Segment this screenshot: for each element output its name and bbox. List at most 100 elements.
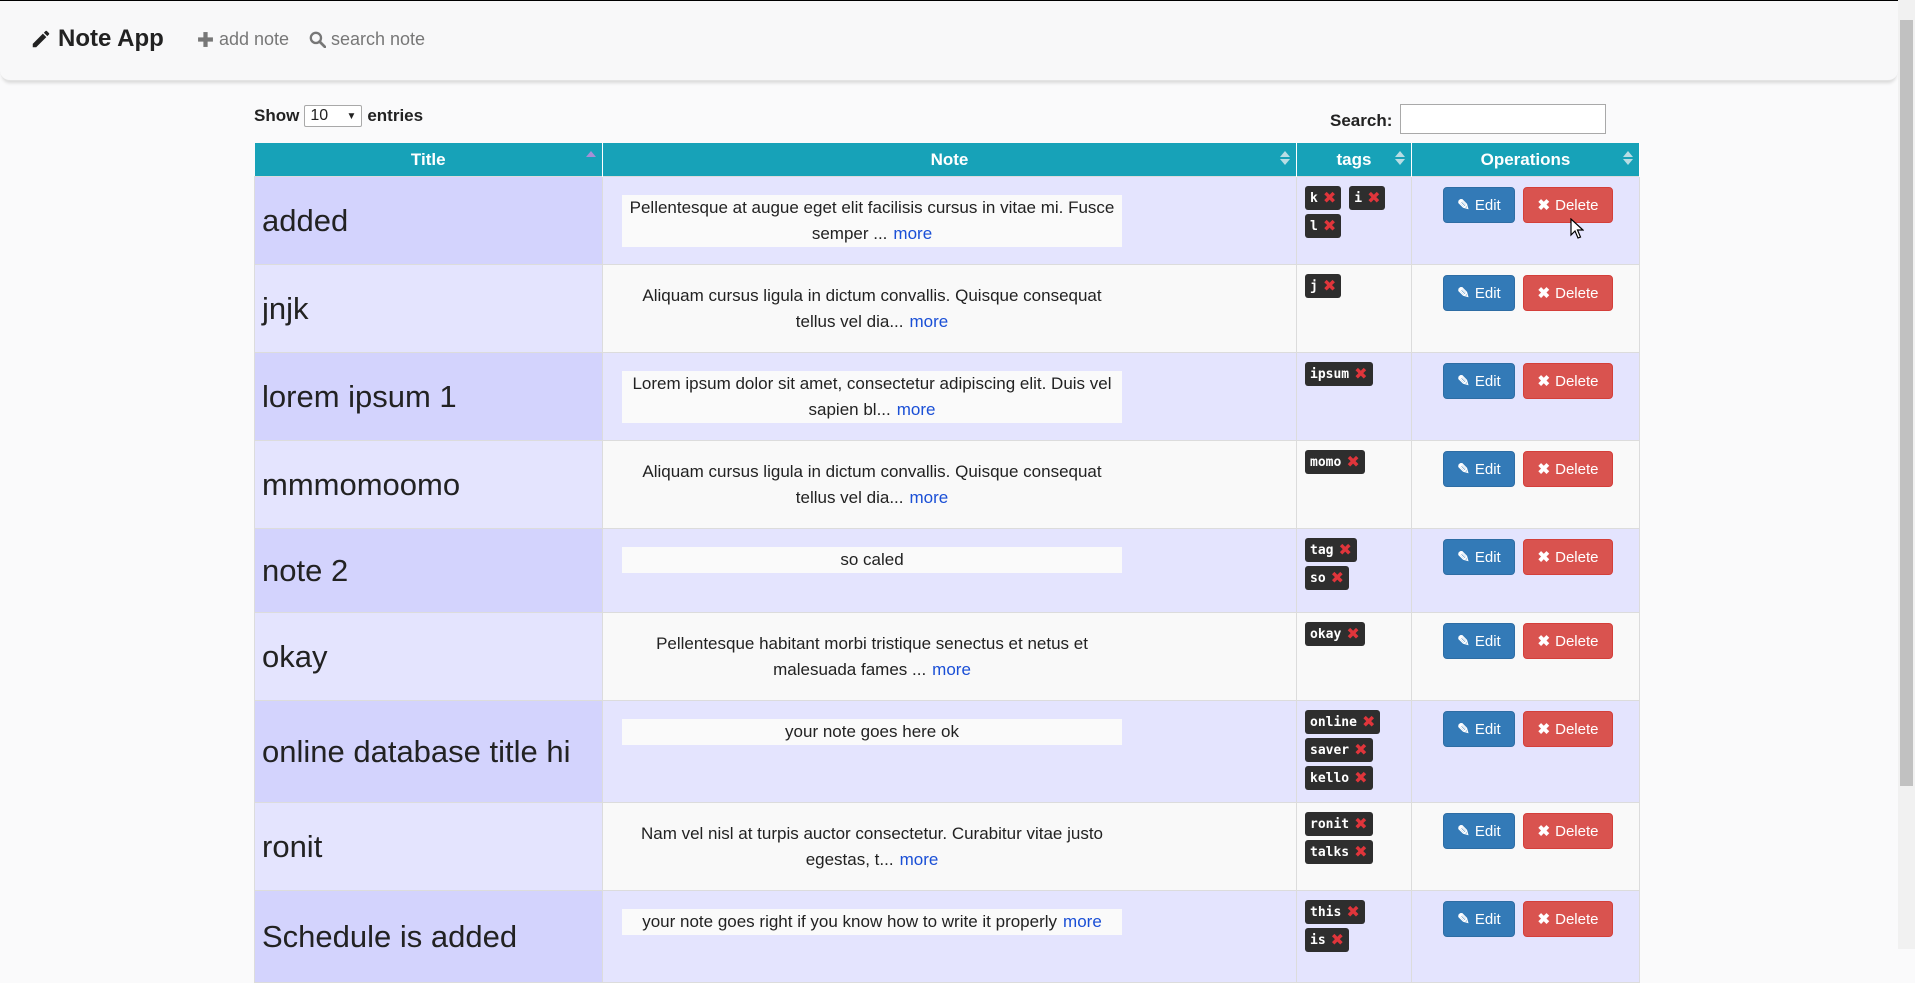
tag-list: this ✖ is ✖ <box>1297 891 1405 952</box>
remove-tag-icon[interactable]: ✖ <box>1346 904 1359 920</box>
table-header-row: Title Note tags Operations <box>254 143 1640 177</box>
operations-cell: ✎ Edit ✖ Delete <box>1411 352 1640 441</box>
operations-cell: ✎ Edit ✖ Delete <box>1411 264 1640 353</box>
delete-button[interactable]: ✖ Delete <box>1523 711 1613 747</box>
edit-button[interactable]: ✎ Edit <box>1443 275 1515 311</box>
row-operations: ✎ Edit ✖ Delete <box>1412 803 1639 849</box>
tags-cell: online ✖ saver ✖ kello ✖ <box>1296 700 1412 803</box>
row-operations: ✎ Edit ✖ Delete <box>1412 177 1639 223</box>
page-scrollbar-thumb[interactable] <box>1900 20 1913 786</box>
tags-cell: ronit ✖ talks ✖ <box>1296 802 1412 891</box>
operations-cell: ✎ Edit ✖ Delete <box>1411 890 1640 983</box>
row-operations: ✎ Edit ✖ Delete <box>1412 891 1639 937</box>
note-title: added <box>262 202 349 238</box>
entries-select[interactable]: 10 ▼ <box>304 105 363 127</box>
remove-tag-icon[interactable]: ✖ <box>1323 278 1336 294</box>
remove-tag-icon[interactable]: ✖ <box>1331 932 1344 948</box>
tags-cell: k ✖ i ✖ l ✖ <box>1296 176 1412 265</box>
tag-badge: ronit ✖ <box>1305 812 1373 836</box>
note-text: so caled <box>622 547 1122 573</box>
entries-select-value: 10 <box>310 107 329 124</box>
more-link[interactable]: more <box>910 312 949 331</box>
add-note-label: add note <box>219 29 290 49</box>
note-text: Pellentesque at augue eget elit facilisi… <box>622 195 1122 247</box>
tag-badge: so ✖ <box>1305 566 1350 590</box>
delete-button-label: Delete <box>1555 910 1599 928</box>
edit-button[interactable]: ✎ Edit <box>1443 623 1515 659</box>
edit-icon: ✎ <box>1457 721 1470 738</box>
operations-cell: ✎ Edit ✖ Delete <box>1411 802 1640 891</box>
remove-tag-icon[interactable]: ✖ <box>1338 542 1351 558</box>
column-header-tags[interactable]: tags <box>1296 143 1412 177</box>
note-text-content: your note goes here ok <box>785 722 959 741</box>
edit-button[interactable]: ✎ Edit <box>1443 711 1515 747</box>
column-header-note[interactable]: Note <box>602 143 1297 177</box>
remove-tag-icon[interactable]: ✖ <box>1354 742 1367 758</box>
remove-tag-icon[interactable]: ✖ <box>1323 190 1336 206</box>
remove-tag-icon[interactable]: ✖ <box>1346 454 1359 470</box>
remove-tag-icon[interactable]: ✖ <box>1331 570 1344 586</box>
note-text-cell: your note goes here ok <box>602 700 1297 803</box>
remove-tag-icon[interactable]: ✖ <box>1323 218 1336 234</box>
add-note-link[interactable]: add note <box>197 29 289 50</box>
tag-list: momo ✖ <box>1297 441 1405 474</box>
remove-tag-icon[interactable]: ✖ <box>1362 714 1375 730</box>
edit-button-label: Edit <box>1474 632 1501 650</box>
edit-button[interactable]: ✎ Edit <box>1443 813 1515 849</box>
tag-badge: l ✖ <box>1305 214 1342 238</box>
more-link[interactable]: more <box>910 488 949 507</box>
edit-button[interactable]: ✎ Edit <box>1443 901 1515 937</box>
chevron-down-icon: ▼ <box>346 110 357 122</box>
tag-label: k <box>1310 190 1318 206</box>
search-icon <box>309 31 326 48</box>
tag-badge: okay ✖ <box>1305 622 1365 646</box>
edit-button[interactable]: ✎ Edit <box>1443 451 1515 487</box>
times-icon: ✖ <box>1537 911 1551 928</box>
delete-button[interactable]: ✖ Delete <box>1523 275 1613 311</box>
edit-icon: ✎ <box>1457 633 1470 650</box>
more-link[interactable]: more <box>932 660 971 679</box>
sort-asc-icon <box>586 151 596 165</box>
plus-icon <box>198 32 213 47</box>
remove-tag-icon[interactable]: ✖ <box>1354 770 1367 786</box>
delete-button-label: Delete <box>1555 372 1599 390</box>
delete-button[interactable]: ✖ Delete <box>1523 363 1613 399</box>
edit-button[interactable]: ✎ Edit <box>1443 363 1515 399</box>
delete-button[interactable]: ✖ Delete <box>1523 451 1613 487</box>
remove-tag-icon[interactable]: ✖ <box>1354 844 1367 860</box>
note-title-cell: ronit <box>254 802 603 891</box>
show-label: Show <box>254 106 300 125</box>
delete-button[interactable]: ✖ Delete <box>1523 187 1613 223</box>
note-text-content: Lorem ipsum dolor sit amet, consectetur … <box>632 374 1112 419</box>
search-note-link[interactable]: search note <box>309 29 425 50</box>
more-link[interactable]: more <box>897 400 936 419</box>
edit-button[interactable]: ✎ Edit <box>1443 539 1515 575</box>
delete-button[interactable]: ✖ Delete <box>1523 813 1613 849</box>
more-link[interactable]: more <box>900 850 939 869</box>
sort-both-icon <box>1395 151 1405 165</box>
edit-button-label: Edit <box>1474 822 1501 840</box>
table-search-input[interactable] <box>1400 104 1606 134</box>
tag-list: ronit ✖ talks ✖ <box>1297 803 1405 864</box>
more-link[interactable]: more <box>893 224 932 243</box>
delete-button[interactable]: ✖ Delete <box>1523 623 1613 659</box>
tag-badge: talks ✖ <box>1305 840 1373 864</box>
tag-label: i <box>1354 190 1363 206</box>
edit-button-label: Edit <box>1474 196 1501 214</box>
table-row: added Pellentesque at augue eget elit fac… <box>254 176 1640 265</box>
delete-button[interactable]: ✖ Delete <box>1523 539 1613 575</box>
edit-icon: ✎ <box>1457 285 1470 302</box>
brand[interactable]: Note App <box>30 25 164 53</box>
more-link[interactable]: more <box>1063 912 1102 931</box>
edit-button-label: Edit <box>1474 372 1501 390</box>
column-header-title[interactable]: Title <box>254 143 603 177</box>
remove-tag-icon[interactable]: ✖ <box>1354 816 1367 832</box>
operations-cell: ✎ Edit ✖ Delete <box>1411 700 1640 803</box>
edit-button[interactable]: ✎ Edit <box>1443 187 1515 223</box>
delete-button[interactable]: ✖ Delete <box>1523 901 1613 937</box>
remove-tag-icon[interactable]: ✖ <box>1346 626 1359 642</box>
remove-tag-icon[interactable]: ✖ <box>1367 190 1380 206</box>
remove-tag-icon[interactable]: ✖ <box>1354 366 1367 382</box>
times-icon: ✖ <box>1537 373 1551 390</box>
column-header-operations[interactable]: Operations <box>1411 143 1640 177</box>
